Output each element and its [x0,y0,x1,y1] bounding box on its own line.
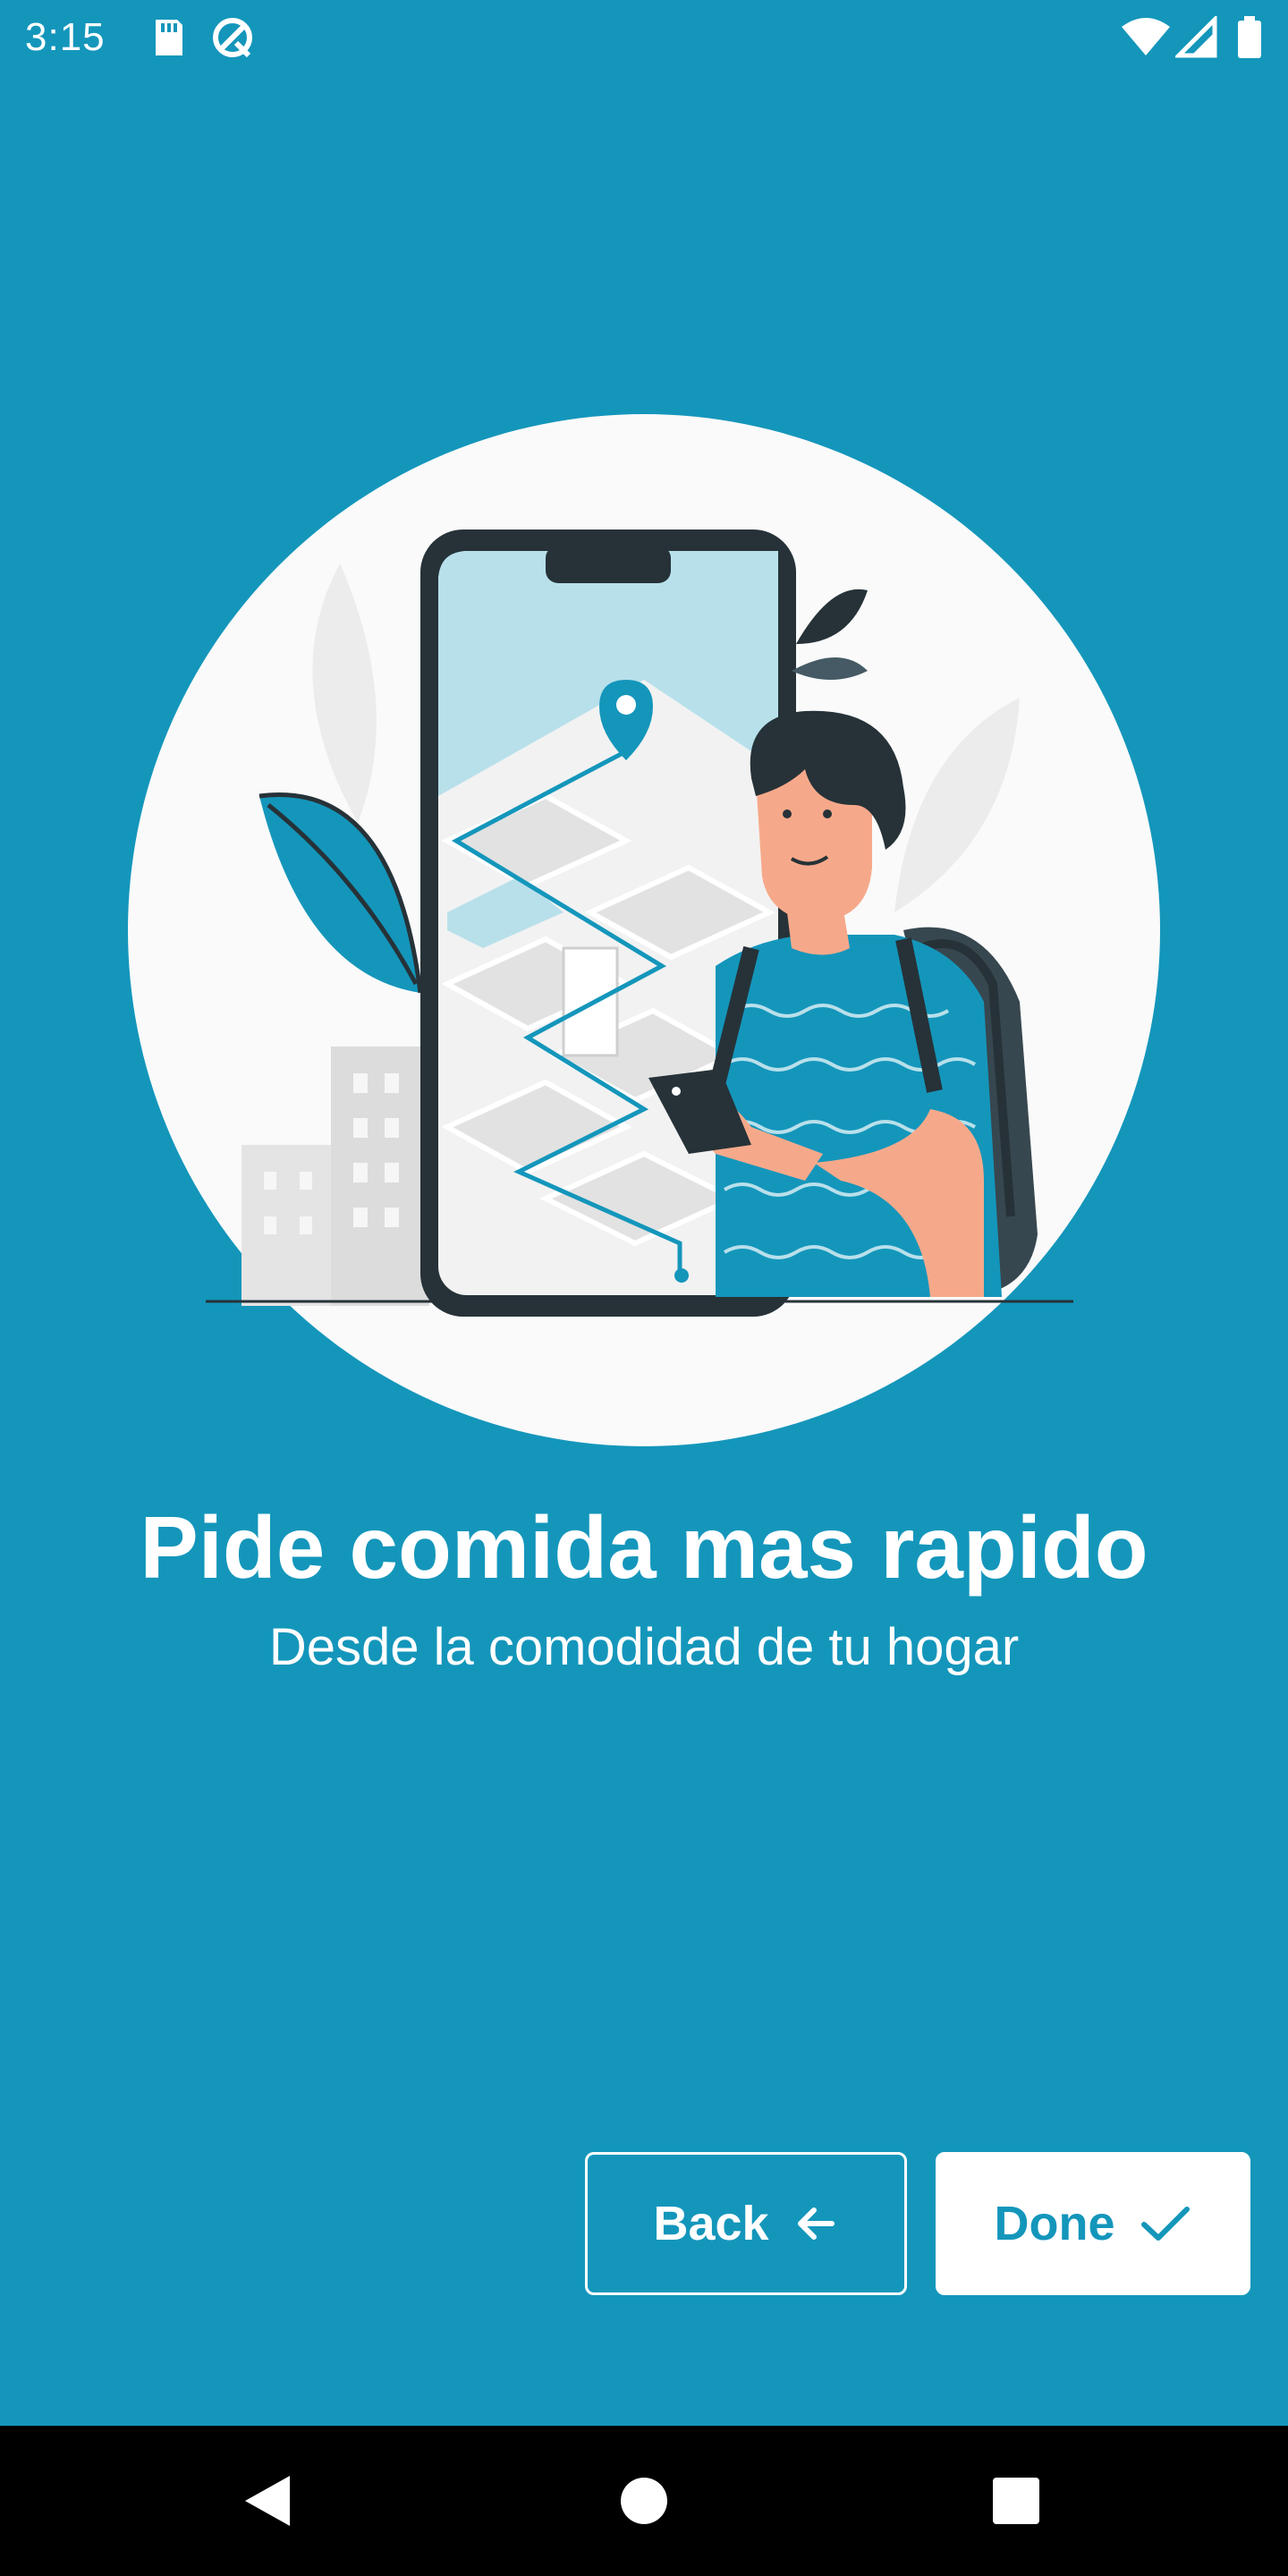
status-bar: 3:15 [0,0,1288,75]
no-disturb-icon [213,18,252,58]
home-circle-icon[interactable] [612,2469,676,2533]
battery-icon [1238,16,1261,58]
done-button-label: Done [994,2197,1115,2250]
navigation-bar [0,2426,1288,2576]
onboarding-title: Pide comida mas rapido [140,1498,1148,1597]
back-button-label: Back [653,2197,769,2250]
done-button[interactable]: Done [936,2152,1250,2295]
wifi-icon [1122,18,1170,55]
sd-card-icon [156,20,182,55]
phone-map-person-illustration [128,414,1160,1446]
status-time: 3:15 [25,15,106,59]
arrow-left-icon [797,2207,835,2240]
onboarding-subtitle: Desde la comodidad de tu hogar [268,1618,1020,1676]
check-icon [1140,2207,1190,2241]
recents-square-icon[interactable] [984,2469,1048,2533]
back-button[interactable]: Back [585,2152,907,2295]
signal-icon [1175,16,1217,58]
back-triangle-icon[interactable] [234,2469,299,2533]
